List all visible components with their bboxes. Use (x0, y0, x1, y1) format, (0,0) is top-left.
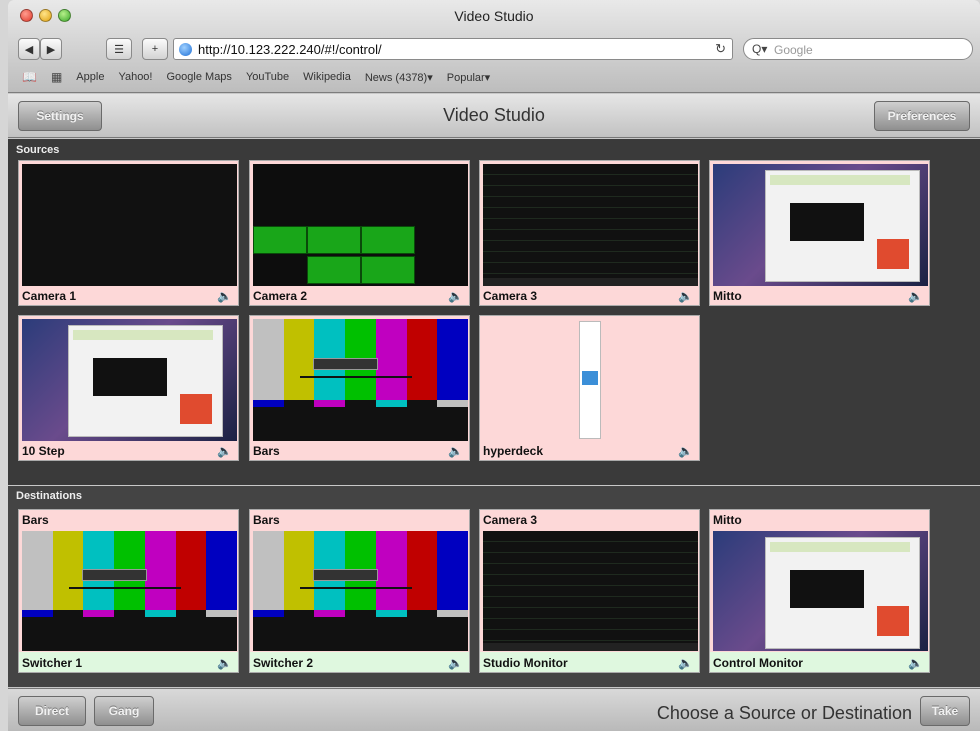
browser-chrome: Video Studio ◀ ▶ ☰ + http://10.123.222.2… (8, 0, 980, 93)
search-placeholder: Google (774, 43, 813, 57)
source-label: Camera 2 (253, 289, 308, 303)
source-tile-mitto[interactable]: Mitto 🔈 (709, 160, 930, 306)
destination-source-label: Bars (253, 513, 280, 527)
window-title: Video Studio (454, 8, 534, 24)
destination-preview (483, 531, 698, 651)
sources-heading: Sources (16, 144, 60, 156)
source-preview (483, 319, 698, 441)
reader-icon: ☰ (114, 43, 124, 56)
speaker-icon[interactable]: 🔈 (217, 289, 232, 303)
bookmark-google-maps[interactable]: Google Maps (167, 71, 232, 83)
app-header: Settings Video Studio Preferences (8, 94, 980, 138)
bookmark-youtube[interactable]: YouTube (246, 71, 289, 83)
source-preview (22, 164, 237, 286)
book-icon[interactable]: 📖 (22, 70, 37, 84)
destination-name: Switcher 1 (22, 656, 83, 670)
forward-icon: ▶ (46, 43, 56, 56)
destinations-panel: Destinations Bars Switcher 1 🔈 Bars Swit… (8, 486, 980, 687)
destination-source-label: Bars (22, 513, 49, 527)
destination-name: Studio Monitor (483, 656, 568, 670)
bookmark-yahoo[interactable]: Yahoo! (118, 71, 152, 83)
source-preview (253, 164, 468, 286)
page-title: Video Studio (443, 105, 545, 125)
speaker-icon[interactable]: 🔈 (217, 656, 232, 670)
destination-name: Control Monitor (713, 656, 803, 670)
address-bar-url: http://10.123.222.240/#!/control/ (198, 42, 382, 57)
app-footer: Direct Gang Choose a Source or Destinati… (8, 688, 980, 731)
speaker-icon[interactable]: 🔈 (448, 444, 463, 458)
speaker-icon[interactable]: 🔈 (678, 656, 693, 670)
destination-source-label: Camera 3 (483, 513, 538, 527)
source-tile-camera-2[interactable]: Camera 2 🔈 (249, 160, 470, 306)
speaker-icon[interactable]: 🔈 (678, 289, 693, 303)
gang-button[interactable]: Gang (94, 696, 154, 726)
bookmark-wikipedia[interactable]: Wikipedia (303, 71, 351, 83)
source-label: hyperdeck (483, 444, 544, 458)
preferences-button[interactable]: Preferences (874, 101, 970, 131)
add-bookmark-button[interactable]: + (142, 38, 168, 60)
status-hint: Choose a Source or Destination (656, 703, 912, 723)
back-button[interactable]: ◀ (18, 38, 40, 60)
source-preview (713, 164, 928, 286)
speaker-icon[interactable]: 🔈 (448, 656, 463, 670)
source-label: Camera 3 (483, 289, 538, 303)
source-preview (253, 319, 468, 441)
destination-preview (253, 531, 468, 651)
source-tile-hyperdeck[interactable]: hyperdeck 🔈 (479, 315, 700, 461)
speaker-icon[interactable]: 🔈 (448, 289, 463, 303)
search-field[interactable]: Q▾ Google (743, 38, 973, 60)
address-bar[interactable]: http://10.123.222.240/#!/control/ ↻ (173, 38, 733, 60)
forward-button[interactable]: ▶ (40, 38, 62, 60)
grid-icon[interactable]: ▦ (51, 70, 62, 84)
destination-tile-control-monitor[interactable]: Mitto Control Monitor 🔈 (709, 509, 930, 673)
source-tile-camera-1[interactable]: Camera 1 🔈 (18, 160, 239, 306)
sources-panel: Sources Camera 1 🔈 Camera 2 🔈 Camera 3 🔈… (8, 139, 980, 485)
speaker-icon[interactable]: 🔈 (908, 289, 923, 303)
bookmark-news[interactable]: News (4378)▾ (365, 71, 433, 84)
reader-button[interactable]: ☰ (106, 38, 132, 60)
reload-icon[interactable]: ↻ (715, 41, 726, 57)
source-preview (483, 164, 698, 286)
browser-window: Video Studio ◀ ▶ ☰ + http://10.123.222.2… (8, 0, 980, 731)
source-label: Mitto (713, 289, 742, 303)
speaker-icon[interactable]: 🔈 (217, 444, 232, 458)
search-icon: Q▾ (752, 42, 768, 56)
bookmark-popular[interactable]: Popular▾ (447, 71, 490, 84)
source-label: Bars (253, 444, 280, 458)
destination-preview (713, 531, 928, 651)
destination-tile-switcher-1[interactable]: Bars Switcher 1 🔈 (18, 509, 239, 673)
destination-preview (22, 531, 237, 651)
destination-tile-switcher-2[interactable]: Bars Switcher 2 🔈 (249, 509, 470, 673)
source-label: 10 Step (22, 444, 65, 458)
source-preview (22, 319, 237, 441)
speaker-icon[interactable]: 🔈 (908, 656, 923, 670)
source-tile-bars[interactable]: Bars 🔈 (249, 315, 470, 461)
bookmark-apple[interactable]: Apple (76, 71, 104, 83)
take-button[interactable]: Take (920, 696, 970, 726)
destination-source-label: Mitto (713, 513, 742, 527)
speaker-icon[interactable]: 🔈 (678, 444, 693, 458)
back-icon: ◀ (24, 43, 34, 56)
destination-name: Switcher 2 (253, 656, 314, 670)
source-tile-camera-3[interactable]: Camera 3 🔈 (479, 160, 700, 306)
bookmarks-bar: 📖 ▦ Apple Yahoo! Google Maps YouTube Wik… (22, 69, 970, 85)
plus-icon: + (151, 43, 159, 55)
destinations-heading: Destinations (16, 490, 83, 502)
direct-button[interactable]: Direct (18, 696, 86, 726)
source-label: Camera 1 (22, 289, 77, 303)
source-tile-10-step[interactable]: 10 Step 🔈 (18, 315, 239, 461)
destination-tile-studio-monitor[interactable]: Camera 3 Studio Monitor 🔈 (479, 509, 700, 673)
globe-icon (179, 43, 192, 56)
navigation-toolbar: ◀ ▶ ☰ + http://10.123.222.240/#!/control… (18, 38, 973, 62)
